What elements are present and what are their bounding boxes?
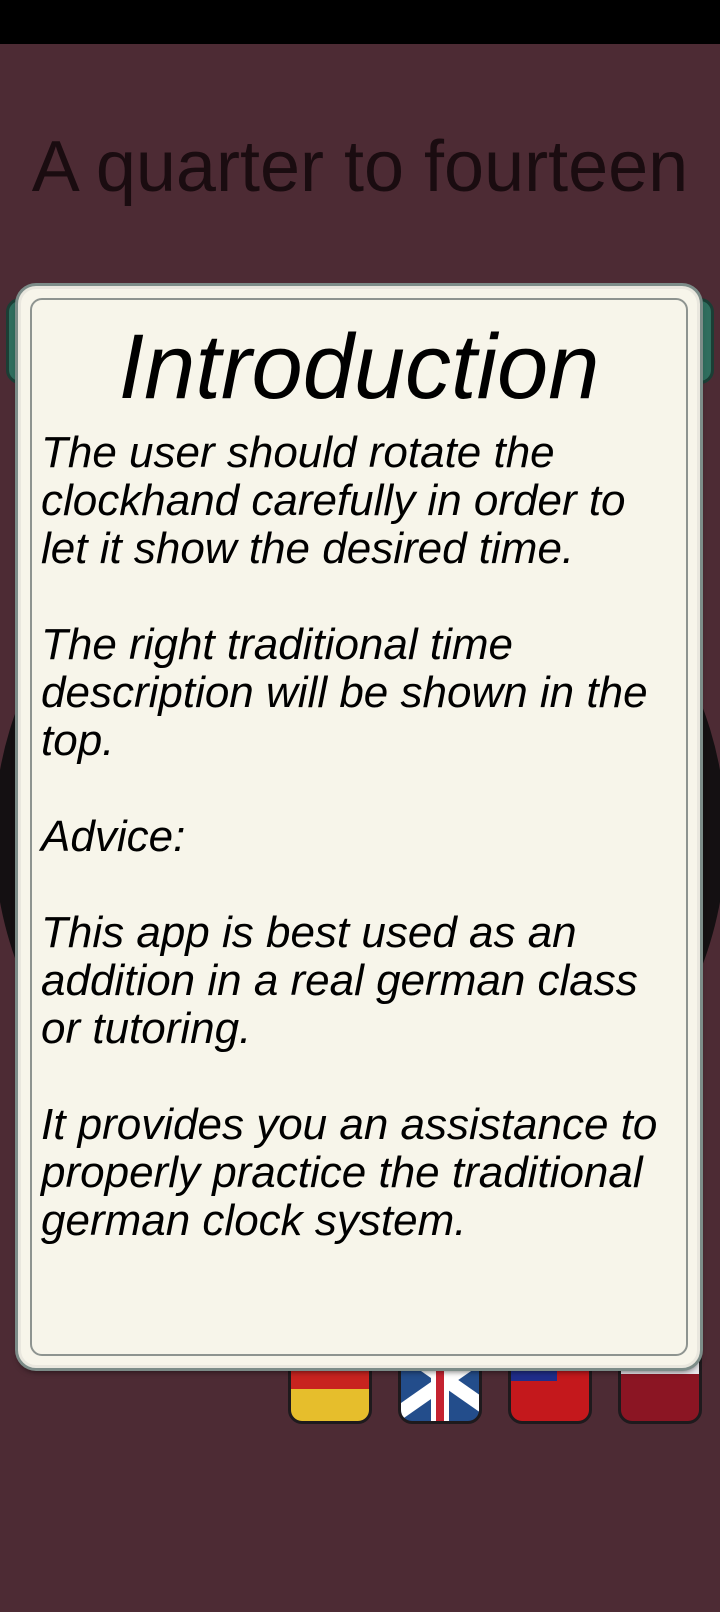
time-description: A quarter to fourteen — [31, 127, 689, 207]
dialog-paragraph: Advice: — [41, 812, 186, 861]
dialog-paragraph: The user should rotate the clockhand car… — [41, 428, 626, 573]
dialog-paragraph: The right traditional time description w… — [41, 620, 648, 765]
dialog-title: Introduction — [118, 316, 600, 418]
dialog-paragraph: It provides you an assistance to properl… — [41, 1100, 658, 1245]
status-bar — [0, 0, 720, 44]
dialog-body: The user should rotate the clockhand car… — [41, 429, 683, 1293]
dialog-paragraph: This app is best used as an addition in … — [41, 908, 638, 1053]
introduction-dialog[interactable]: Introduction The user should rotate the … — [18, 286, 700, 1368]
